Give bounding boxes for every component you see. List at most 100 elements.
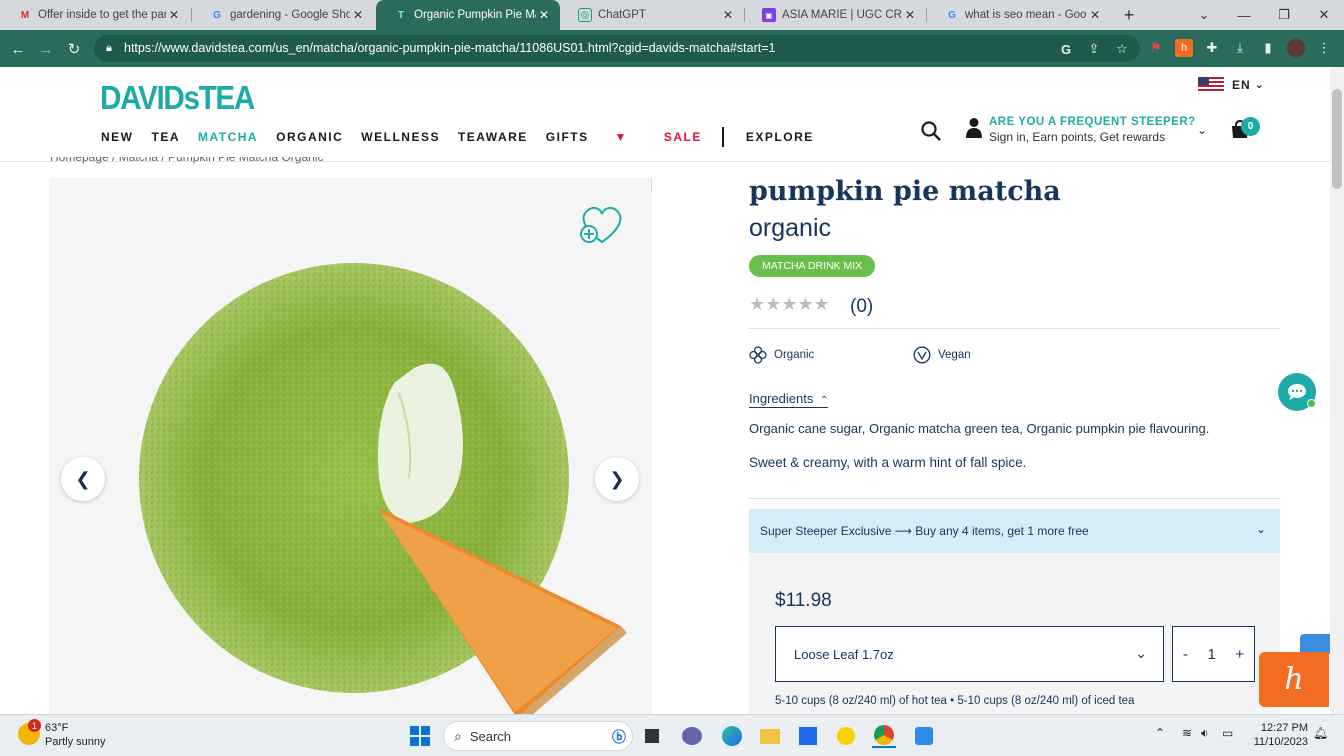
clock-time: 12:27 PM: [1260, 722, 1308, 734]
frequent-steeper-subtitle[interactable]: Sign in, Earn points, Get rewards: [989, 130, 1165, 144]
browser-menu-icon[interactable]: ⋮: [1315, 39, 1333, 57]
battery-icon[interactable]: ▭: [1222, 726, 1233, 740]
product-title: pumpkin pie matcha: [749, 176, 1061, 207]
lock-icon[interactable]: 🔒︎: [106, 42, 112, 55]
quantity-decrease-button[interactable]: -: [1183, 646, 1188, 663]
nav-organic[interactable]: ORGANIC: [276, 130, 343, 144]
url-text[interactable]: https://www.davidstea.com/us_en/matcha/o…: [124, 41, 776, 55]
tab-title: ChatGPT: [598, 9, 646, 21]
close-icon[interactable]: ✕: [350, 8, 366, 22]
weather-temperature[interactable]: 63°F: [45, 722, 68, 734]
extensions-puzzle-icon[interactable]: ✚: [1203, 39, 1221, 57]
close-icon[interactable]: ✕: [536, 8, 552, 22]
minimize-button[interactable]: —: [1224, 0, 1264, 30]
gallery-prev-button[interactable]: ❮: [61, 457, 105, 501]
close-icon[interactable]: ✕: [1087, 8, 1103, 22]
window-close-button[interactable]: ✕: [1304, 0, 1344, 30]
weather-condition[interactable]: Partly sunny: [45, 736, 106, 748]
reload-button[interactable]: ↻: [64, 39, 84, 59]
tab-google-shopping[interactable]: G gardening - Google Shopping ✕: [192, 0, 374, 30]
google-icon: G: [213, 9, 221, 21]
product-price: $11.98: [775, 590, 832, 611]
nav-wellness[interactable]: WELLNESS: [361, 130, 440, 144]
tab-search-chevron-icon[interactable]: ⌄: [1184, 0, 1224, 30]
tab-chatgpt[interactable]: ◎ ChatGPT ✕: [560, 0, 744, 30]
norton-icon[interactable]: [834, 724, 858, 748]
close-icon[interactable]: ✕: [902, 8, 918, 22]
ingredients-label: Ingredients: [749, 391, 814, 406]
share-icon[interactable]: ⇪: [1086, 41, 1102, 57]
language-selector[interactable]: EN ⌄: [1198, 77, 1265, 92]
size-dropdown[interactable]: Loose Leaf 1.7oz ⌄: [775, 626, 1164, 682]
chevron-down-icon[interactable]: ⌄: [1197, 123, 1207, 137]
attribute-vegan: Vegan: [913, 346, 971, 364]
download-icon[interactable]: ⤓: [1231, 39, 1249, 57]
frequent-steeper-title[interactable]: ARE YOU A FREQUENT STEEPER?: [989, 116, 1196, 128]
nav-new[interactable]: NEW: [101, 130, 134, 144]
gallery-next-button[interactable]: ❯: [595, 457, 639, 501]
bookmark-star-icon[interactable]: ☆: [1114, 41, 1130, 57]
maximize-button[interactable]: ❐: [1264, 0, 1304, 30]
quantity-stepper[interactable]: - 1 +: [1172, 626, 1255, 682]
photos-app-icon[interactable]: [912, 724, 936, 748]
tab-seo-search[interactable]: G what is seo mean - Google Search ✕: [927, 0, 1111, 30]
extension-side-tab[interactable]: [1300, 634, 1330, 654]
tab-gmail[interactable]: M Offer inside to get the parts ✕: [0, 0, 190, 30]
nav-teaware[interactable]: TEAWARE: [458, 130, 528, 144]
scrollbar-thumb[interactable]: [1332, 89, 1342, 189]
ingredients-toggle[interactable]: Ingredients ⌃: [749, 391, 829, 408]
quantity-value[interactable]: 1: [1207, 646, 1215, 663]
taskbar-clock[interactable]: 12:27 PM 11/10/2023: [1252, 721, 1308, 749]
nav-tea[interactable]: TEA: [152, 130, 181, 144]
notification-bell-icon[interactable]: 🔔︎: [1313, 726, 1328, 740]
task-view-icon[interactable]: [640, 724, 664, 748]
close-icon[interactable]: ✕: [720, 8, 736, 22]
language-label: EN: [1232, 77, 1251, 92]
user-icon[interactable]: [965, 117, 983, 139]
tab-title: what is seo mean - Google Search: [965, 9, 1087, 21]
forward-button[interactable]: →: [36, 39, 56, 59]
purchase-box: $11.98 Loose Leaf 1.7oz ⌄ - 1 + 5-10 cup…: [749, 553, 1280, 714]
nav-matcha[interactable]: MATCHA: [198, 130, 258, 144]
windows-start-icon[interactable]: [408, 724, 432, 748]
tab-davidstea[interactable]: T Organic Pumpkin Pie Matcha ✕: [376, 0, 560, 30]
teams-chat-icon[interactable]: [680, 724, 704, 748]
promo-banner[interactable]: Super Steeper Exclusive ⟶ Buy any 4 item…: [749, 509, 1280, 553]
davidstea-logo[interactable]: DAVIDsTEA: [100, 79, 255, 117]
back-button[interactable]: ←: [8, 39, 28, 59]
close-icon[interactable]: ✕: [166, 8, 182, 22]
product-type-badge: MATCHA DRINK MIX: [749, 255, 876, 277]
side-panel-icon[interactable]: ▮: [1259, 39, 1277, 57]
google-lens-icon[interactable]: G: [1058, 41, 1074, 57]
product-description: Sweet & creamy, with a warm hint of fall…: [749, 455, 1027, 470]
rating-stars[interactable]: ★★★★★: [749, 294, 830, 315]
chrome-icon[interactable]: [872, 724, 896, 748]
show-hidden-icons-chevron[interactable]: ⌃: [1155, 726, 1165, 740]
microsoft-store-icon[interactable]: [796, 724, 820, 748]
page-scrollbar[interactable]: [1330, 67, 1344, 714]
volume-icon[interactable]: 🔉︎: [1201, 726, 1209, 741]
nav-sale[interactable]: SALE: [664, 130, 702, 144]
wishlist-heart-icon[interactable]: [578, 204, 626, 246]
nav-gifts[interactable]: GIFTS ▼: [546, 130, 646, 144]
file-explorer-icon[interactable]: [758, 724, 782, 748]
search-icon[interactable]: [920, 120, 942, 142]
gmail-icon: M: [20, 9, 30, 21]
weather-notification-badge: 1: [28, 719, 41, 732]
address-bar[interactable]: 🔒︎ https://www.davidstea.com/us_en/match…: [94, 35, 1140, 62]
quantity-increase-button[interactable]: +: [1235, 646, 1244, 663]
extension-red-icon[interactable]: ⚑: [1147, 39, 1165, 57]
taskbar-search[interactable]: ⌕ Search ⓑ: [443, 721, 633, 751]
review-count-link[interactable]: (0): [850, 296, 873, 318]
wifi-icon[interactable]: ≋: [1182, 726, 1192, 740]
tab-ugc-creator[interactable]: ▣ ASIA MARIE | UGC CREATOR ✕: [744, 0, 926, 30]
profile-avatar[interactable]: [1287, 39, 1305, 57]
honey-extension-icon[interactable]: h: [1175, 39, 1193, 57]
product-image: [139, 263, 627, 714]
cart-count-badge[interactable]: 0: [1241, 117, 1260, 136]
tab-title: ASIA MARIE | UGC CREATOR: [782, 9, 902, 21]
new-tab-button[interactable]: +: [1118, 4, 1140, 26]
nav-explore[interactable]: EXPLORE: [746, 130, 814, 144]
edge-icon[interactable]: [720, 724, 744, 748]
honey-button[interactable]: h: [1259, 652, 1329, 707]
